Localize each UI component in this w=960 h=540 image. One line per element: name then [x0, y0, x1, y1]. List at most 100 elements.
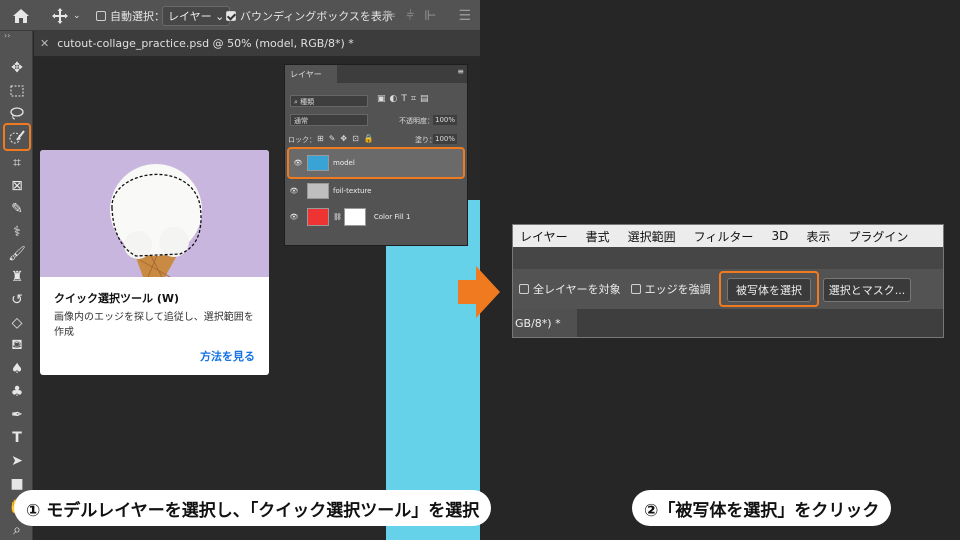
- fill-thumbnail: [307, 208, 329, 226]
- menu-item-select[interactable]: 選択範囲: [628, 228, 676, 245]
- healing-brush-icon[interactable]: ⚕: [6, 221, 28, 243]
- menu-spacer: [513, 247, 943, 269]
- type-icon[interactable]: T: [6, 427, 28, 449]
- tooltip-title: クイック選択ツール (W): [54, 292, 180, 305]
- checked-icon: [226, 10, 236, 21]
- adjustment-filter-icon[interactable]: ◐: [390, 94, 402, 104]
- lock-transparent-icon[interactable]: ⊞: [317, 134, 329, 143]
- lock-artboard-icon[interactable]: ⊡: [352, 134, 364, 143]
- bounding-box-label: バウンディングボックスを表示: [240, 9, 393, 23]
- lock-all-icon[interactable]: 🔒: [364, 134, 379, 143]
- layer-select-dropdown[interactable]: レイヤー ⌄: [162, 0, 231, 31]
- align-top-icon[interactable]: ☰: [458, 8, 471, 24]
- layer-select-value: レイヤー: [168, 9, 212, 23]
- align-center-icon[interactable]: ⫩: [406, 8, 414, 24]
- path-selection-icon[interactable]: ➤: [6, 450, 28, 472]
- tools-panel: ›› ✥ ⌗ ⊠ ✎ ⚕ 🖌 ♜ ↺ ◇ ⛾ ♠ ♣ ✒ T ➤ ■ ✋ ⌕: [0, 31, 33, 540]
- brush-icon[interactable]: 🖌: [6, 243, 28, 265]
- chain-icon: ⛓: [333, 213, 342, 221]
- filter-icons: ▣◐T⌗▤: [377, 94, 432, 104]
- layer-row-color-fill[interactable]: 👁 ⛓ Color Fill 1: [285, 203, 467, 231]
- select-and-mask-button[interactable]: 選択とマスク...: [823, 278, 911, 302]
- marquee-icon[interactable]: [6, 80, 28, 102]
- select-subject-button[interactable]: 被写体を選択: [727, 278, 811, 302]
- checkbox-icon: [96, 10, 106, 21]
- layer-row-foil-texture[interactable]: 👁 foil-texture: [285, 178, 467, 204]
- eye-icon[interactable]: 👁: [285, 213, 303, 221]
- search-icon: ⌕: [294, 98, 298, 106]
- layer-name: model: [333, 159, 355, 167]
- kind-filter-dropdown[interactable]: ⌕ 種類: [290, 95, 368, 107]
- quick-selection-tool-icon[interactable]: [3, 123, 31, 151]
- tooltip-preview-image: [40, 150, 269, 278]
- eyedropper-icon[interactable]: ✎: [6, 198, 28, 220]
- menu-item-view[interactable]: 表示: [806, 228, 830, 245]
- align-left-icon[interactable]: ⊫: [384, 8, 396, 24]
- home-icon[interactable]: [12, 0, 30, 31]
- expand-icon[interactable]: ››: [4, 31, 10, 40]
- menu-item-3d[interactable]: 3D: [771, 229, 788, 243]
- document-tab[interactable]: ✕ cutout-collage_practice.psd @ 50% (mod…: [34, 31, 480, 57]
- lock-icons: ⊞✎✥⊡🔒: [317, 134, 379, 143]
- doc-tab-strip: [513, 309, 943, 337]
- opacity-label: 不透明度：: [399, 117, 434, 125]
- doc-tab-fragment[interactable]: GB/8*) *: [513, 309, 577, 337]
- layer-name: Color Fill 1: [373, 213, 411, 221]
- blend-mode-dropdown[interactable]: 通常: [290, 114, 368, 126]
- learn-how-link[interactable]: 方法を見る: [200, 348, 255, 364]
- menu-item-plugins[interactable]: プラグイン: [848, 228, 908, 245]
- history-brush-icon[interactable]: ↺: [6, 289, 28, 311]
- tooltip-description: 画像内のエッジを探して追従し、選択範囲を作成: [54, 312, 254, 338]
- frame-icon[interactable]: ⊠: [6, 175, 28, 197]
- all-layers-checkbox[interactable]: [519, 284, 529, 294]
- layer-row-model[interactable]: 👁 model: [287, 147, 465, 179]
- lock-position-icon[interactable]: ✥: [340, 134, 352, 143]
- smart-filter-icon[interactable]: ▤: [420, 94, 433, 104]
- fill-value[interactable]: 100%: [433, 134, 458, 144]
- eye-icon[interactable]: 👁: [285, 187, 303, 195]
- type-filter-icon[interactable]: T: [401, 94, 411, 104]
- layers-panel: レイヤー ≡ ⌕ 種類 ▣◐T⌗▤ 通常 不透明度： 100% ロック： ⊞✎✥…: [284, 64, 468, 246]
- step1-banner: ① モデルレイヤーを選択し、「クイック選択ツール」を選択: [14, 490, 492, 526]
- dodge-icon[interactable]: ♣: [6, 381, 28, 403]
- menu-item-type[interactable]: 書式: [586, 228, 610, 245]
- chevron-down-icon[interactable]: ⌄: [73, 0, 81, 31]
- enhance-edge-label: エッジを強調: [644, 283, 711, 296]
- options-bar: ⌄ 自動選択： レイヤー ⌄ バウンディングボックスを表示 ⊫ ⫩ ⊩ ☰: [0, 0, 480, 31]
- blur-icon[interactable]: ♠: [6, 358, 28, 380]
- layer-thumbnail: [307, 183, 329, 199]
- stamp-icon[interactable]: ♜: [6, 266, 28, 288]
- enhance-edge-checkbox[interactable]: [630, 284, 641, 294]
- canvas-image: [386, 200, 480, 540]
- opacity-value[interactable]: 100%: [433, 115, 458, 125]
- shape-filter-icon[interactable]: ⌗: [411, 94, 420, 104]
- document-title: cutout-collage_practice.psd @ 50% (model…: [57, 37, 354, 50]
- paint-bucket-icon[interactable]: ⛾: [6, 335, 28, 357]
- menu-bar: レイヤー 書式 選択範囲 フィルター 3D 表示 プラグイン: [513, 225, 943, 247]
- lasso-icon[interactable]: [6, 102, 28, 124]
- menu-item-filter[interactable]: フィルター: [694, 228, 754, 245]
- align-right-icon[interactable]: ⊩: [424, 8, 436, 24]
- panel-menu-icon[interactable]: ≡: [457, 67, 464, 76]
- mask-thumbnail: [343, 208, 366, 226]
- auto-select-checkbox[interactable]: 自動選択：: [96, 0, 165, 31]
- close-icon[interactable]: ✕: [40, 37, 49, 50]
- move-tool-icon[interactable]: [52, 0, 68, 31]
- menu-item-layer[interactable]: レイヤー: [520, 228, 568, 245]
- layers-tab[interactable]: レイヤー: [285, 65, 337, 83]
- layer-thumbnail: [307, 155, 329, 171]
- kind-filter-value: 種類: [300, 98, 315, 106]
- layers-panel-header: レイヤー ≡: [285, 65, 467, 83]
- select-menu-screenshot: レイヤー 書式 選択範囲 フィルター 3D 表示 プラグイン 全レイヤーを対象 …: [512, 224, 944, 338]
- move-icon[interactable]: ✥: [6, 57, 28, 79]
- bounding-box-checkbox[interactable]: バウンディングボックスを表示: [226, 0, 393, 31]
- eraser-icon[interactable]: ◇: [6, 312, 28, 334]
- image-filter-icon[interactable]: ▣: [377, 94, 390, 104]
- align-icons: ⊫ ⫩ ⊩ ☰: [384, 0, 471, 31]
- eye-icon[interactable]: 👁: [289, 159, 307, 167]
- all-layers-label: 全レイヤーを対象: [533, 283, 621, 296]
- step2-banner: ②「被写体を選択」をクリック: [632, 490, 892, 526]
- lock-image-icon[interactable]: ✎: [329, 134, 341, 143]
- pen-icon[interactable]: ✒: [6, 404, 28, 426]
- crop-icon[interactable]: ⌗: [6, 152, 28, 174]
